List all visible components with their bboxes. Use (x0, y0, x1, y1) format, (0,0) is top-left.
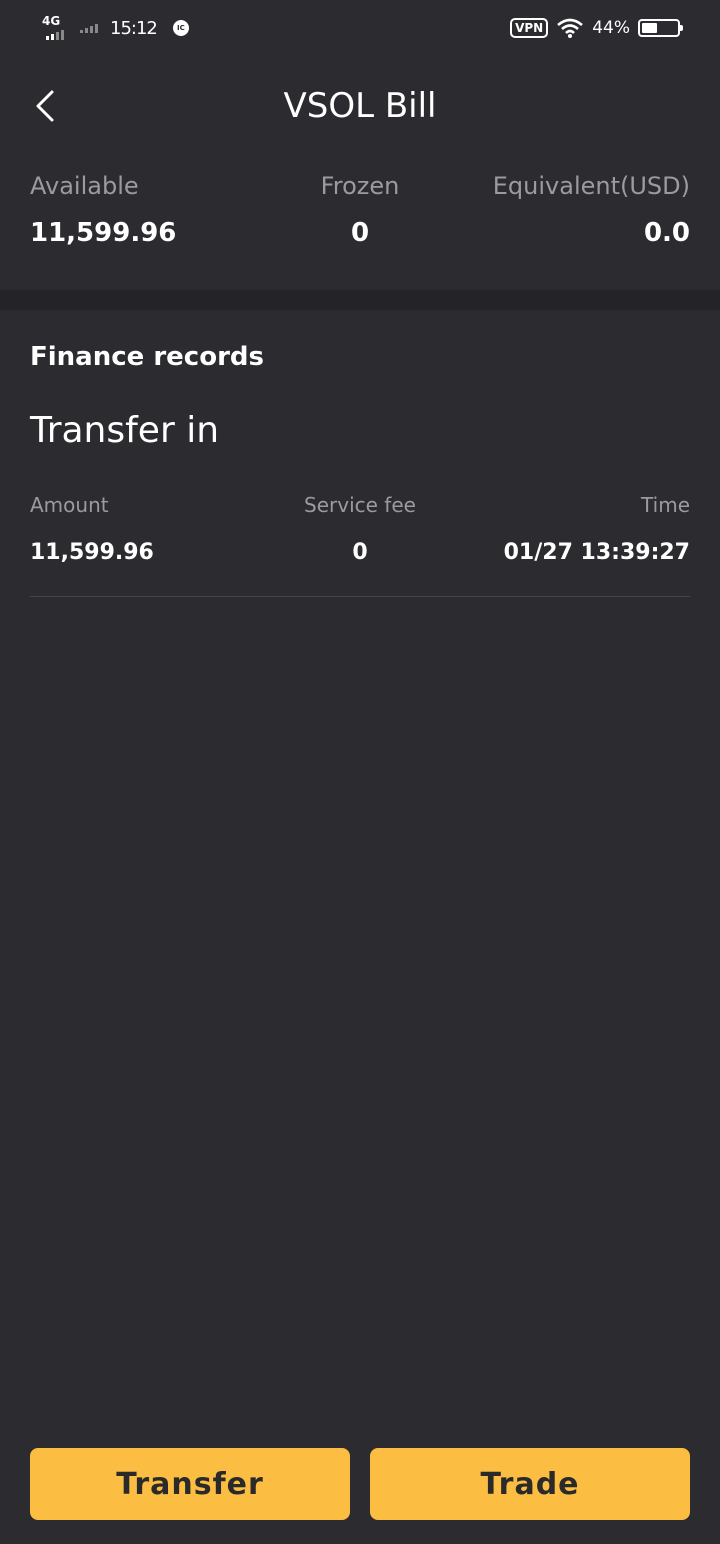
wifi-icon (557, 18, 584, 38)
status-bar: 4G 15:12 IC VPN 44% (0, 0, 720, 56)
notification-icon: IC (172, 20, 189, 36)
battery-icon (638, 19, 683, 37)
available-value: 11,599.96 (30, 218, 177, 248)
status-right: VPN 44% (510, 17, 683, 39)
header: VSOL Bill (0, 70, 720, 142)
network-type: 4G (42, 14, 61, 28)
vpn-icon: VPN (510, 18, 549, 38)
secondary-signal-icon (80, 23, 98, 33)
trade-button[interactable]: Trade (370, 1448, 690, 1520)
available-column: Available 11,599.96 (30, 172, 176, 248)
service-fee-label: Service fee (304, 493, 416, 517)
cellular-signal-icon: 4G (42, 14, 72, 40)
finance-records-title: Finance records (30, 342, 264, 372)
transfer-button[interactable]: Transfer (30, 1448, 350, 1520)
equivalent-value: 0.0 (643, 218, 690, 248)
status-time: 15:12 (110, 17, 158, 39)
equivalent-column: Equivalent(USD) 0.0 (493, 172, 690, 248)
section-divider (0, 290, 720, 310)
equivalent-label: Equivalent(USD) (492, 172, 690, 200)
amount-label: Amount (30, 493, 109, 517)
amount-value: 11,599.96 (30, 540, 154, 565)
page-title: VSOL Bill (283, 86, 437, 126)
frozen-value: 0 (350, 218, 370, 248)
battery-percentage: 44% (592, 18, 630, 38)
time-label: Time (641, 493, 690, 517)
frozen-column: Frozen 0 (260, 172, 460, 248)
battery-level (642, 23, 657, 33)
row-divider (30, 596, 690, 597)
time-value: 01/27 13:39:27 (503, 540, 690, 565)
status-left: 4G 15:12 IC (42, 14, 189, 40)
record-type: Transfer in (30, 410, 220, 451)
available-label: Available (30, 172, 139, 200)
frozen-label: Frozen (320, 172, 400, 200)
balance-summary: Available 11,599.96 Frozen 0 Equivalent(… (0, 172, 720, 290)
service-fee-value: 0 (352, 540, 368, 565)
